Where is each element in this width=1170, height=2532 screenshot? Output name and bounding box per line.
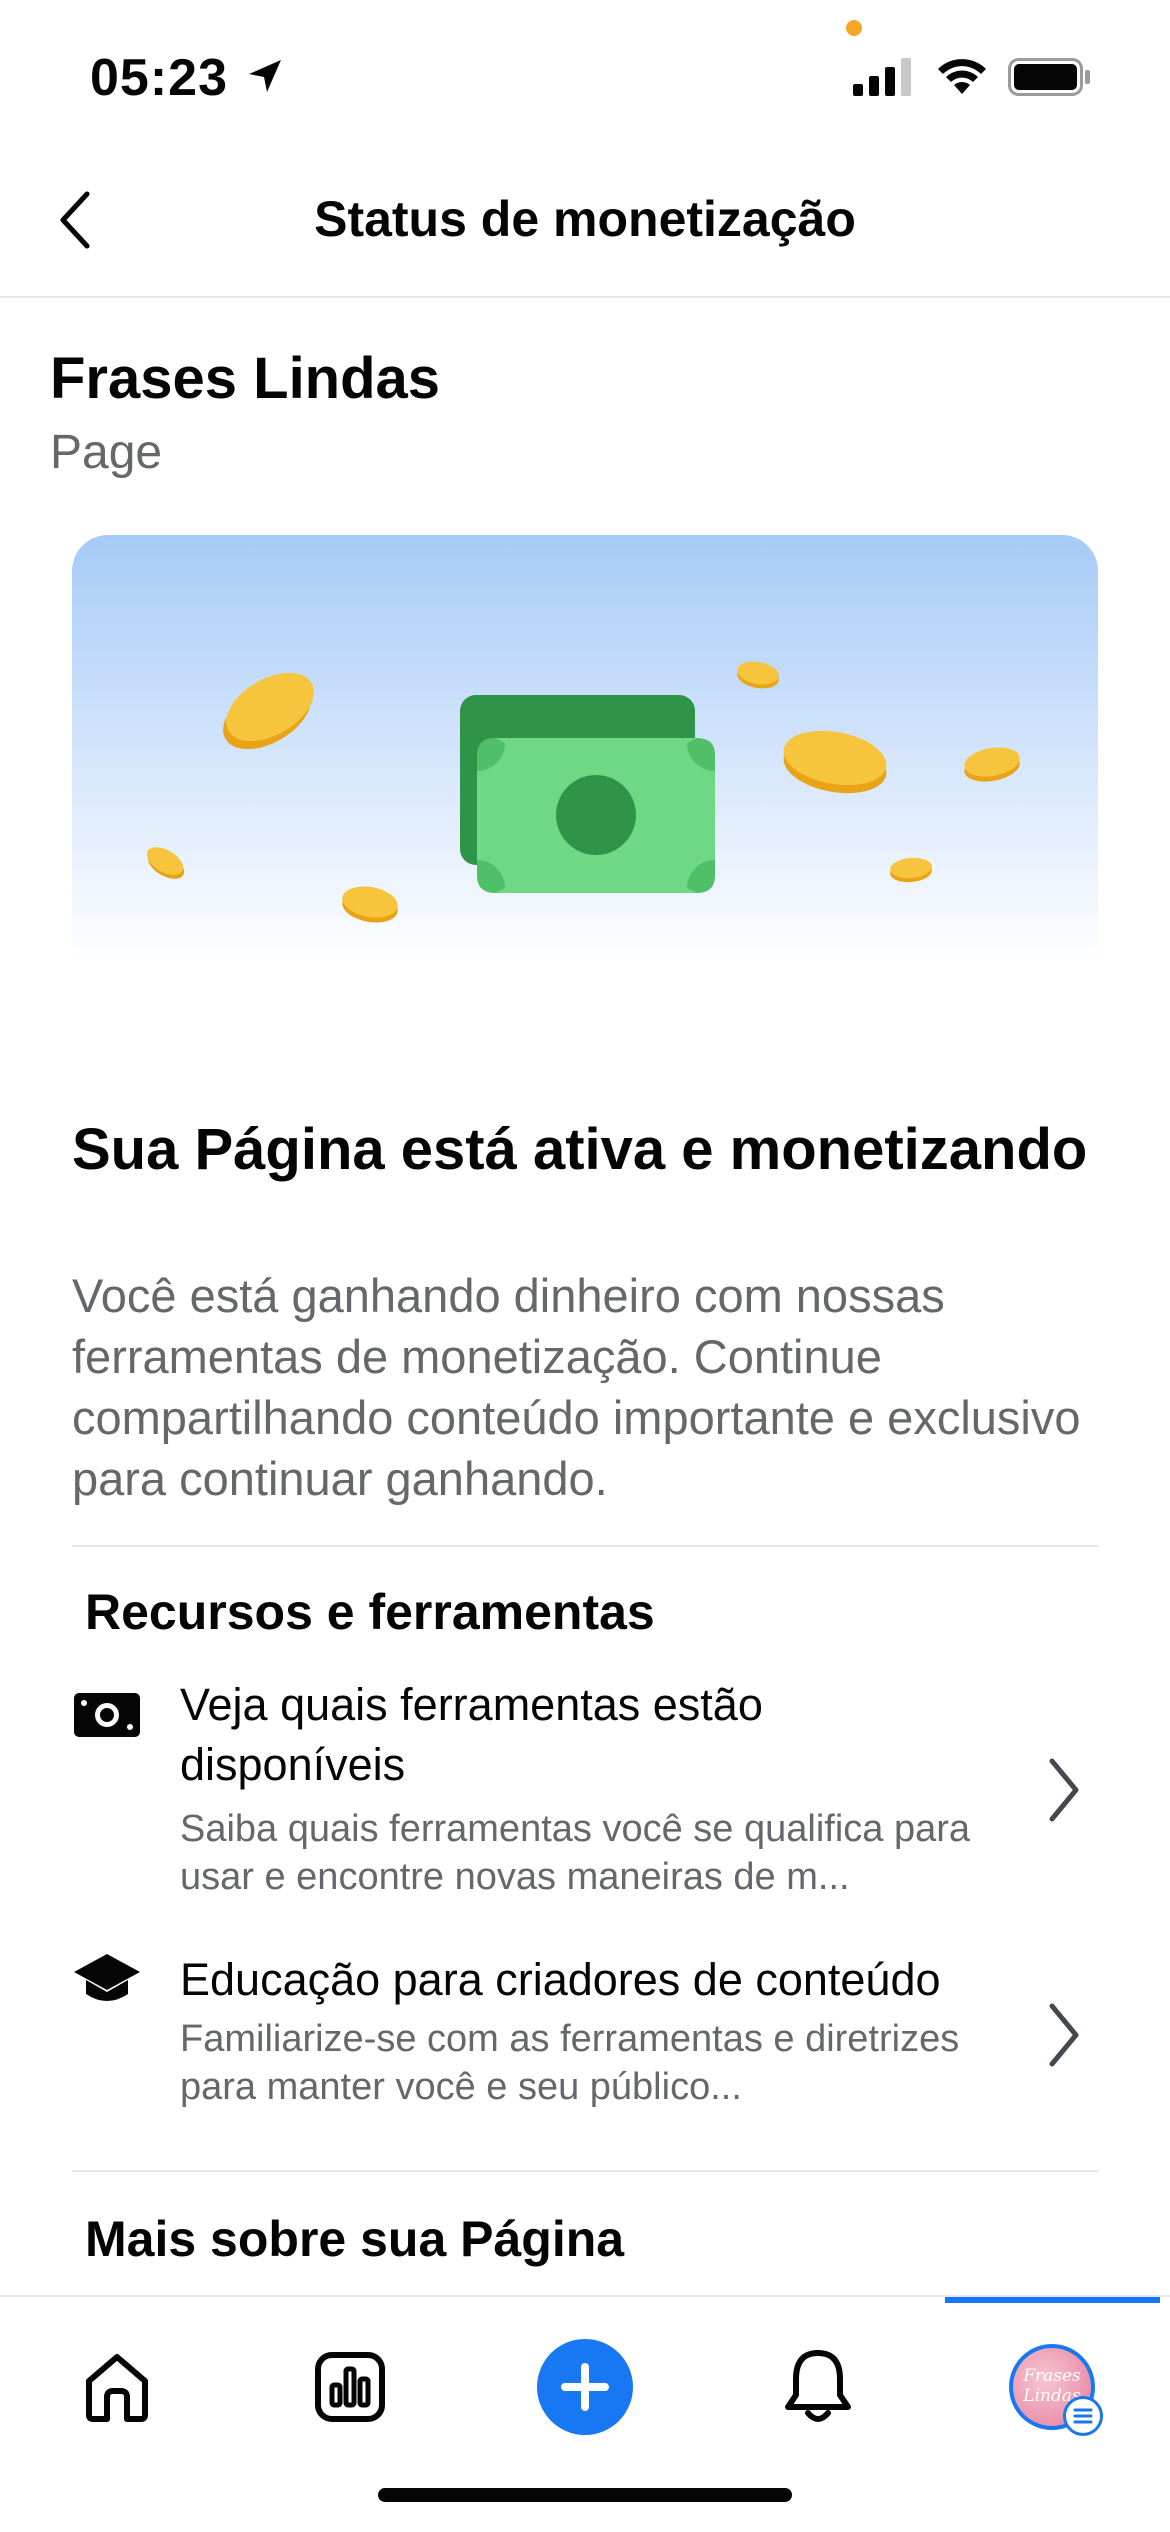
wifi-icon (938, 59, 986, 94)
home-icon (86, 2354, 148, 2422)
nav-insights[interactable] (290, 2327, 410, 2447)
page-name: Frases Lindas (50, 346, 441, 411)
status-bar: 05:23 (0, 0, 1170, 140)
tool-description: Saiba quais ferramentas você se qualific… (180, 1808, 971, 1898)
coin-icon (783, 730, 887, 794)
creator-education-row[interactable]: Educação para criadores de conteúdo Fami… (72, 1950, 1098, 2120)
chevron-right-icon (1049, 1758, 1079, 1822)
nav-create[interactable] (525, 2327, 645, 2447)
plus-icon (561, 2363, 609, 2411)
menu-badge-icon (1063, 2396, 1103, 2436)
battery-icon (1008, 58, 1090, 96)
nav-home[interactable] (57, 2327, 177, 2447)
monetization-banner (72, 535, 1098, 965)
tool-title: Veja quais ferramentas estão disponíveis (180, 1679, 763, 1790)
more-section-title: Mais sobre sua Página (85, 2211, 625, 2267)
coin-icon (223, 672, 314, 750)
coin-icon (964, 747, 1020, 782)
avatar: Frases Lindas (1009, 2344, 1103, 2436)
chevron-right-icon (1049, 2003, 1079, 2067)
monetization-status-screen: 05:23 Status de monetização Frases Linda… (0, 0, 1170, 2532)
status-description: Você está ganhando dinheiro com nossas f… (72, 1269, 1081, 1505)
create-button[interactable] (537, 2339, 633, 2435)
graduation-cap-icon (74, 1954, 140, 2001)
coin-icon (342, 886, 398, 923)
active-tab-indicator (945, 2297, 1160, 2303)
top-app-bar: Status de monetização (0, 150, 1170, 298)
tool-title: Educação para criadores de conteúdo (180, 1954, 941, 2005)
available-tools-row[interactable]: Veja quais ferramentas estão disponíveis… (72, 1675, 1098, 1905)
divider (72, 2170, 1098, 2172)
home-indicator (378, 2488, 792, 2502)
coin-icon (737, 661, 779, 689)
tool-description: Familiarize-se com as ferramentas e dire… (180, 2018, 960, 2108)
location-arrow-icon (249, 60, 281, 92)
money-illustration-icon (146, 661, 1020, 923)
page-type: Page (50, 426, 163, 479)
bell-icon (785, 2350, 851, 2422)
coin-icon (146, 847, 185, 879)
cellular-signal-icon (853, 58, 911, 96)
privacy-indicator-dot (846, 20, 862, 36)
coin-icon (890, 857, 932, 883)
resources-section-title: Recursos e ferramentas (85, 1584, 655, 1640)
status-time: 05:23 (90, 49, 228, 107)
nav-profile[interactable]: Frases Lindas (992, 2327, 1112, 2447)
money-icon (74, 1693, 140, 1737)
divider (72, 1545, 1098, 1547)
page-title: Status de monetização (314, 191, 856, 247)
nav-notifications[interactable] (758, 2327, 878, 2447)
insights-icon (315, 2352, 385, 2422)
status-title: Sua Página está ativa e monetizando (72, 1117, 1088, 1182)
